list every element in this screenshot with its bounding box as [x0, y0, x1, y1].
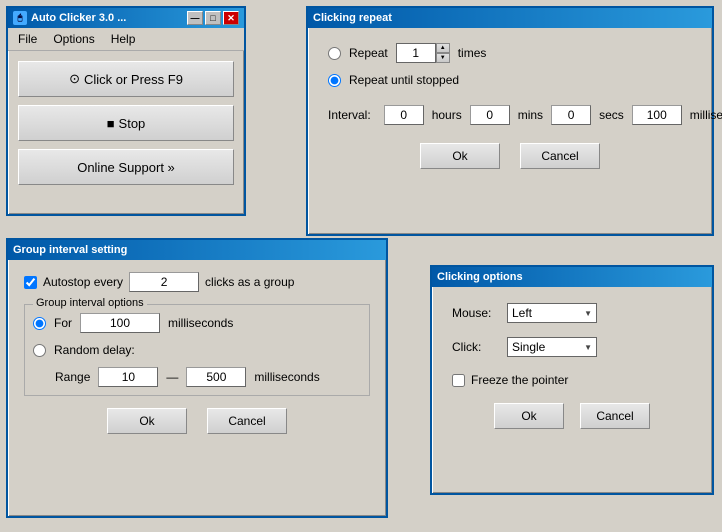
autoclicker-close-btn[interactable]: ✕	[223, 11, 239, 25]
clicking-repeat-cancel-button[interactable]: Cancel	[520, 143, 600, 169]
clicking-options-ok-label: Ok	[521, 409, 536, 423]
range-label: Range	[55, 370, 90, 384]
stop-button-label: Stop	[119, 116, 146, 131]
group-interval-cancel-button[interactable]: Cancel	[207, 408, 287, 434]
autoclicker-icon: 🖱	[13, 11, 27, 25]
click-icon: ⊙	[69, 71, 80, 87]
repeat-up-arrow[interactable]: ▲	[436, 43, 450, 53]
repeat-spinbox: ▲ ▼	[396, 43, 450, 63]
online-support-button[interactable]: Online Support »	[18, 149, 234, 185]
group-interval-titlebar: Group interval setting	[8, 240, 386, 260]
repeat-until-radio[interactable]	[328, 74, 341, 87]
autostop-label: Autostop every	[43, 275, 123, 289]
clicking-repeat-window: Clicking repeat Repeat ▲ ▼ times Repeat …	[306, 6, 714, 236]
autoclicker-titlebar: 🖱 Auto Clicker 3.0 ... — □ ✕	[8, 8, 244, 28]
clicking-repeat-ok-label: Ok	[452, 149, 467, 163]
ms-input[interactable]	[632, 105, 682, 125]
autostop-suffix: clicks as a group	[205, 275, 294, 289]
online-support-label: Online Support »	[77, 160, 175, 175]
group-interval-ok-button[interactable]: Ok	[107, 408, 187, 434]
repeat-down-arrow[interactable]: ▼	[436, 53, 450, 63]
click-dropdown-arrow: ▼	[584, 343, 592, 352]
mins-input[interactable]	[470, 105, 510, 125]
for-value-input[interactable]	[80, 313, 160, 333]
freeze-label: Freeze the pointer	[471, 373, 568, 387]
random-radio[interactable]	[33, 344, 46, 357]
clicking-repeat-cancel-label: Cancel	[541, 149, 578, 163]
autoclicker-window: 🖱 Auto Clicker 3.0 ... — □ ✕ File Option…	[6, 6, 246, 216]
clicking-options-window: Clicking options Mouse: Left ▼ Click: Si…	[430, 265, 714, 495]
ms-label: milliseconds	[690, 108, 722, 122]
repeat-value-input[interactable]	[396, 43, 436, 63]
mins-label: mins	[518, 108, 543, 122]
clicking-options-cancel-label: Cancel	[596, 409, 633, 423]
autostop-checkbox[interactable]	[24, 276, 37, 289]
click-button-label: Click or Press F9	[84, 72, 183, 87]
clicking-options-title: Clicking options	[437, 271, 523, 283]
clicking-repeat-title: Clicking repeat	[313, 12, 392, 24]
group-interval-ok-label: Ok	[139, 414, 154, 428]
clicking-options-titlebar: Clicking options	[432, 267, 712, 287]
clicking-repeat-title-group: Clicking repeat	[313, 12, 392, 24]
autoclicker-minimize-btn[interactable]: —	[187, 11, 203, 25]
group-interval-title-group: Group interval setting	[13, 244, 127, 256]
group-interval-window: Group interval setting Autostop every cl…	[6, 238, 388, 518]
secs-label: secs	[599, 108, 624, 122]
hours-input[interactable]	[384, 105, 424, 125]
autoclicker-title: Auto Clicker 3.0 ...	[31, 12, 126, 24]
range-to-input[interactable]	[186, 367, 246, 387]
clicking-options-ok-button[interactable]: Ok	[494, 403, 564, 429]
secs-input[interactable]	[551, 105, 591, 125]
autostop-value-input[interactable]	[129, 272, 199, 292]
for-unit: milliseconds	[168, 316, 233, 330]
group-options-groupbox: Group interval options For milliseconds …	[24, 304, 370, 396]
clicking-repeat-titlebar: Clicking repeat	[308, 8, 712, 28]
clicking-repeat-ok-button[interactable]: Ok	[420, 143, 500, 169]
mouse-label: Mouse:	[452, 306, 497, 320]
autoclicker-title-group: 🖱 Auto Clicker 3.0 ...	[13, 11, 126, 25]
for-radio[interactable]	[33, 317, 46, 330]
menu-help[interactable]: Help	[105, 30, 142, 48]
repeat-times-radio[interactable]	[328, 47, 341, 60]
menu-options[interactable]: Options	[47, 30, 100, 48]
for-label: For	[54, 316, 72, 330]
freeze-checkbox[interactable]	[452, 374, 465, 387]
mouse-dropdown[interactable]: Left ▼	[507, 303, 597, 323]
hours-label: hours	[432, 108, 462, 122]
repeat-until-label: Repeat until stopped	[349, 73, 459, 87]
mouse-dropdown-arrow: ▼	[584, 309, 592, 318]
range-from-input[interactable]	[98, 367, 158, 387]
repeat-label: Repeat	[349, 46, 388, 60]
autoclicker-titlebar-buttons: — □ ✕	[187, 11, 239, 25]
menu-file[interactable]: File	[12, 30, 43, 48]
click-value: Single	[512, 340, 545, 354]
group-options-label: Group interval options	[33, 297, 147, 309]
interval-label: Interval:	[328, 108, 371, 122]
group-interval-cancel-label: Cancel	[228, 414, 265, 428]
repeat-arrows: ▲ ▼	[436, 43, 450, 63]
mouse-value: Left	[512, 306, 532, 320]
range-dash: —	[166, 370, 178, 384]
click-dropdown[interactable]: Single ▼	[507, 337, 597, 357]
autoclicker-menubar: File Options Help	[8, 28, 244, 51]
click-label: Click:	[452, 340, 497, 354]
stop-icon: ■	[107, 116, 115, 131]
autoclicker-maximize-btn[interactable]: □	[205, 11, 221, 25]
random-label: Random delay:	[54, 343, 135, 357]
range-unit: milliseconds	[254, 370, 319, 384]
click-press-f9-button[interactable]: ⊙ Click or Press F9	[18, 61, 234, 97]
clicking-options-cancel-button[interactable]: Cancel	[580, 403, 650, 429]
clicking-options-title-group: Clicking options	[437, 271, 523, 283]
group-interval-title: Group interval setting	[13, 244, 127, 256]
stop-button[interactable]: ■ Stop	[18, 105, 234, 141]
repeat-unit-label: times	[458, 46, 487, 60]
